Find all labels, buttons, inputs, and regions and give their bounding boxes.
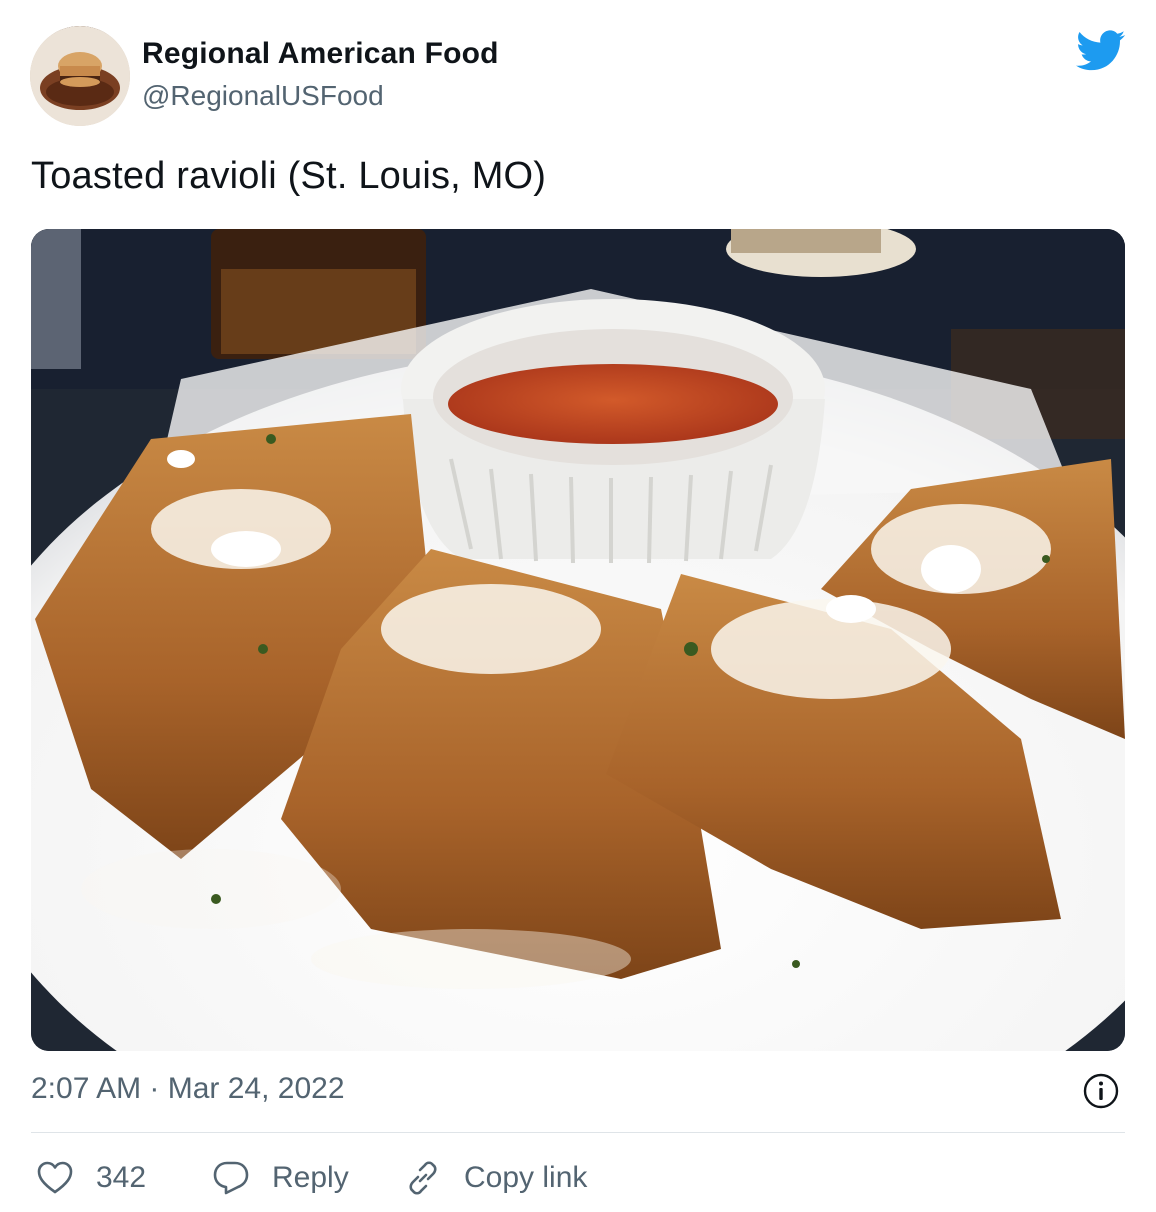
twitter-bird-icon[interactable] [1076, 30, 1126, 72]
info-icon[interactable] [1082, 1072, 1120, 1110]
tweet-timestamp[interactable]: 2:07 AM · Mar 24, 2022 [31, 1072, 345, 1106]
author-name[interactable]: Regional American Food [142, 37, 499, 71]
tweet-card: Regional American Food @RegionalUSFood T… [0, 0, 1156, 1212]
avatar-image [30, 26, 130, 126]
copy-link-label: Copy link [464, 1161, 588, 1194]
tweet-photo[interactable] [31, 229, 1125, 1051]
tweet-text: Toasted ravioli (St. Louis, MO) [31, 155, 547, 197]
like-button[interactable]: 342 [36, 1156, 146, 1200]
reply-button[interactable]: Reply [212, 1156, 349, 1200]
author-handle[interactable]: @RegionalUSFood [142, 80, 384, 112]
food-photo [31, 229, 1125, 1051]
heart-icon [37, 1161, 73, 1194]
likes-count: 342 [96, 1161, 147, 1194]
link-icon [409, 1161, 437, 1195]
copy-link-button[interactable]: Copy link [404, 1156, 587, 1200]
divider [31, 1132, 1125, 1133]
reply-label: Reply [272, 1161, 349, 1194]
reply-icon [213, 1161, 249, 1195]
avatar[interactable] [30, 26, 130, 126]
